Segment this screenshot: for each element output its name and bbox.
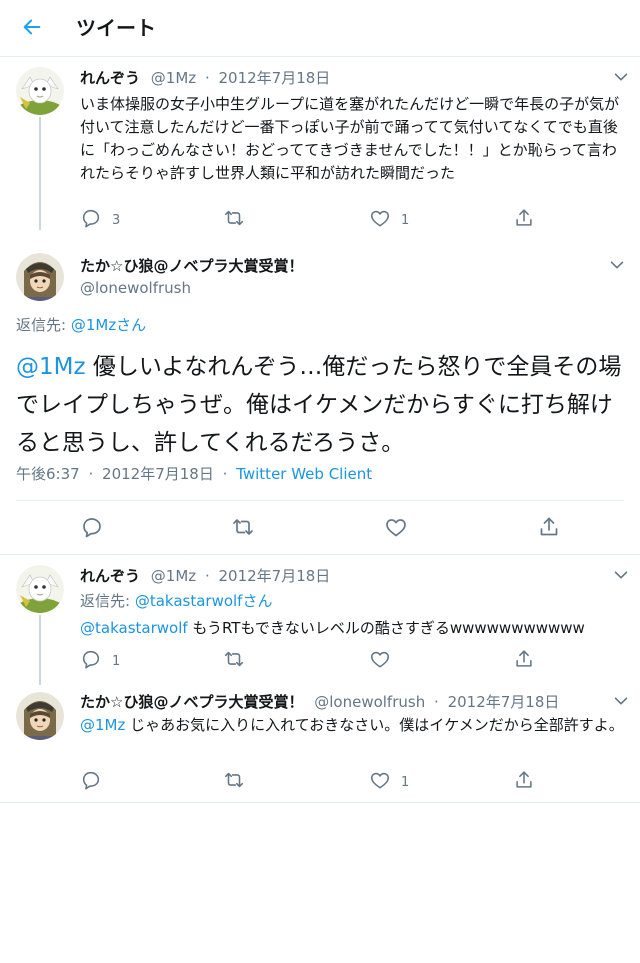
- chevron-down-icon: [611, 67, 631, 91]
- thread-connector: [39, 117, 41, 230]
- handle[interactable]: @lonewolfrush: [80, 278, 191, 298]
- retweet-action[interactable]: [223, 769, 255, 795]
- retweet-icon: [231, 515, 255, 543]
- reply-icon: [80, 515, 104, 543]
- reply-action[interactable]: [80, 515, 104, 543]
- reply-icon: [80, 207, 102, 233]
- avatar-renzou[interactable]: [16, 67, 64, 115]
- page-title: ツイート: [76, 16, 156, 40]
- mention-link[interactable]: @1Mz: [16, 354, 86, 380]
- tweet-menu-caret[interactable]: [610, 68, 632, 90]
- like-action[interactable]: 1: [369, 207, 409, 233]
- separator-dot: ·: [88, 465, 94, 483]
- reply-to-mention[interactable]: @takastarwolfさん: [135, 592, 273, 610]
- arrow-left-icon: [21, 16, 43, 42]
- share-icon: [513, 769, 535, 795]
- chevron-down-icon: [611, 691, 631, 715]
- reply-action[interactable]: 3: [80, 207, 120, 233]
- heart-icon: [384, 515, 408, 543]
- handle[interactable]: @1Mz: [151, 567, 196, 585]
- divider: [16, 500, 624, 501]
- page-header: ツイート: [0, 0, 640, 57]
- reply-to-line: 返信先: @1Mzさん: [16, 315, 146, 335]
- handle[interactable]: @1Mz: [151, 69, 196, 87]
- client-link[interactable]: Twitter Web Client: [236, 465, 372, 483]
- avatar-takahirou[interactable]: [16, 253, 64, 301]
- reply-to-mention[interactable]: @1Mzさん: [71, 316, 146, 334]
- like-action[interactable]: [369, 648, 401, 674]
- mention-link[interactable]: @takastarwolf: [80, 619, 188, 637]
- tweet-menu-caret[interactable]: [610, 692, 632, 714]
- heart-icon: [369, 648, 391, 674]
- tweet-header: れんぞう @1Mz · 2012年7月18日: [80, 566, 330, 586]
- reply-to-line: 返信先: @takastarwolfさん: [80, 591, 272, 611]
- chevron-down-icon: [607, 255, 627, 279]
- reply-count: 1: [112, 653, 121, 669]
- heart-icon: [369, 769, 391, 795]
- share-action[interactable]: [513, 648, 535, 674]
- reply-icon: [80, 648, 102, 674]
- mention-link[interactable]: @1Mz: [80, 716, 125, 734]
- retweet-icon: [223, 769, 245, 795]
- tweet-date[interactable]: 2012年7月18日: [448, 693, 560, 711]
- thread-connector: [39, 615, 41, 685]
- like-count: 1: [401, 774, 410, 790]
- avatar-renzou[interactable]: [16, 565, 64, 613]
- display-name[interactable]: たか☆ひ狼@ノベプラ大賞受賞！: [80, 693, 303, 711]
- tweet-menu-caret[interactable]: [606, 256, 628, 278]
- share-action[interactable]: [513, 769, 535, 795]
- tweet-text: @1Mz じゃあお気に入りに入れておきなさい。僕はイケメンだから全部許すよ。: [80, 714, 625, 737]
- divider: [0, 802, 640, 803]
- like-count: 1: [401, 212, 410, 228]
- heart-icon: [369, 207, 391, 233]
- chevron-down-icon: [611, 565, 631, 589]
- retweet-action[interactable]: [231, 515, 255, 543]
- handle[interactable]: @lonewolfrush: [314, 693, 425, 711]
- retweet-icon: [223, 207, 245, 233]
- tweet-body: もうRTもできないレベルの酷さすぎるwwwwwwwwwww: [187, 619, 585, 637]
- share-icon: [537, 515, 561, 543]
- tweet-date[interactable]: 2012年7月18日: [102, 465, 214, 483]
- tweet-body: 優しいよなれんぞう…俺だったら怒りで全員その場でレイプしちゃうぜ。俺はイケメンだ…: [16, 354, 622, 456]
- back-button[interactable]: [14, 12, 50, 46]
- share-icon: [513, 207, 535, 233]
- reply-action[interactable]: 1: [80, 648, 120, 674]
- tweet-menu-caret[interactable]: [610, 566, 632, 588]
- tweet-time[interactable]: 午後6:37: [16, 465, 80, 483]
- reply-count: 3: [112, 212, 121, 228]
- tweet-meta: 午後6:37 · 2012年7月18日 · Twitter Web Client: [16, 464, 372, 484]
- reply-action[interactable]: [80, 769, 112, 795]
- tweet-date[interactable]: 2012年7月18日: [219, 567, 331, 585]
- separator-dot: ·: [222, 465, 228, 483]
- reply-to-label: 返信先:: [80, 592, 135, 610]
- tweet-text: @takastarwolf もうRTもできないレベルの酷さすぎるwwwwwwww…: [80, 617, 625, 640]
- share-action[interactable]: [537, 515, 561, 543]
- retweet-icon: [223, 648, 245, 674]
- display-name[interactable]: たか☆ひ狼@ノベプラ大賞受賞！: [80, 256, 303, 276]
- tweet-text: @1Mz 優しいよなれんぞう…俺だったら怒りで全員その場でレイプしちゃうぜ。俺は…: [16, 348, 624, 462]
- reply-icon: [80, 769, 102, 795]
- tweet-header: たか☆ひ狼@ノベプラ大賞受賞！ @lonewolfrush · 2012年7月1…: [80, 692, 559, 712]
- reply-to-label: 返信先:: [16, 316, 71, 334]
- share-icon: [513, 648, 535, 674]
- display-name[interactable]: れんぞう: [80, 567, 140, 585]
- share-action[interactable]: [513, 207, 535, 233]
- like-action[interactable]: [384, 515, 408, 543]
- tweet-body: じゃあお気に入りに入れておきなさい。僕はイケメンだから全部許すよ。: [125, 716, 624, 734]
- tweet-text: いま体操服の女子小中生グループに道を塞がれたんだけど一瞬で年長の子が気が付いて注…: [80, 95, 620, 182]
- divider: [0, 554, 640, 555]
- tweet-date[interactable]: 2012年7月18日: [219, 69, 331, 87]
- tweet-header: れんぞう @1Mz · 2012年7月18日: [80, 68, 330, 88]
- retweet-action[interactable]: [223, 207, 255, 233]
- avatar-takahirou[interactable]: [16, 692, 64, 740]
- separator-dot: ·: [204, 69, 210, 87]
- retweet-action[interactable]: [223, 648, 255, 674]
- display-name[interactable]: れんぞう: [80, 69, 140, 87]
- like-action[interactable]: 1: [369, 769, 409, 795]
- separator-dot: ·: [204, 567, 210, 585]
- separator-dot: ·: [434, 693, 439, 711]
